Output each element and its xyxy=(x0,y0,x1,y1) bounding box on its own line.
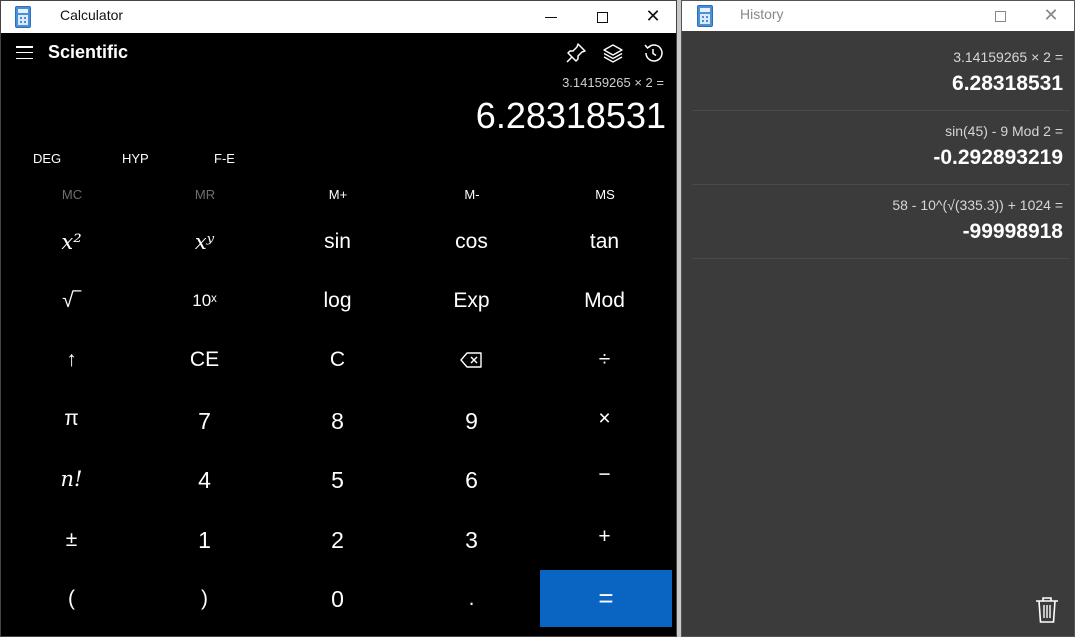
history-result: -99998918 xyxy=(962,220,1063,243)
history-item[interactable]: sin(45) - 9 Mod 2 = -0.292893219 xyxy=(692,111,1070,185)
add-button[interactable]: + xyxy=(538,508,671,566)
calculator-header: Scientific xyxy=(1,33,676,75)
history-item[interactable]: 3.14159265 × 2 = 6.28318531 xyxy=(692,37,1070,111)
memory-store-button[interactable]: MS xyxy=(538,187,672,202)
digit-2-button[interactable]: 2 xyxy=(271,511,404,569)
hyp-toggle-button[interactable]: HYP xyxy=(122,151,149,166)
close-paren-button[interactable]: ) xyxy=(138,570,271,628)
digit-4-button[interactable]: 4 xyxy=(138,451,271,509)
memory-subtract-button[interactable]: M- xyxy=(405,187,539,202)
digit-9-button[interactable]: 9 xyxy=(405,392,538,450)
square-root-button[interactable]: √‾ xyxy=(5,272,138,330)
decimal-button[interactable]: . xyxy=(405,570,538,628)
deg-toggle-button[interactable]: DEG xyxy=(33,151,61,166)
maximize-icon xyxy=(994,10,1006,22)
clear-entry-button[interactable]: CE xyxy=(138,331,271,389)
close-icon: ✕ xyxy=(645,6,661,27)
digit-0-button[interactable]: 0 xyxy=(271,570,404,628)
pi-button[interactable]: π xyxy=(5,390,138,448)
pin-icon[interactable] xyxy=(564,41,588,65)
result-display: 6.28318531 xyxy=(475,95,666,136)
plus-minus-button[interactable]: ± xyxy=(5,511,138,569)
history-item[interactable]: 58 - 10^(√(335.3)) + 1024 = -99998918 xyxy=(692,185,1070,259)
history-app-icon xyxy=(697,5,713,27)
memory-recall-button[interactable]: MR xyxy=(138,187,272,202)
open-paren-button[interactable]: ( xyxy=(5,570,138,628)
memory-layers-icon[interactable] xyxy=(601,41,625,65)
history-expression: sin(45) - 9 Mod 2 = xyxy=(945,123,1063,139)
digit-3-button[interactable]: 3 xyxy=(405,511,538,569)
history-expression: 3.14159265 × 2 = xyxy=(953,49,1063,65)
history-maximize-button[interactable] xyxy=(977,1,1023,31)
expression-display: 3.14159265 × 2 = xyxy=(562,75,664,90)
history-expression: 58 - 10^(√(335.3)) + 1024 = xyxy=(892,197,1063,213)
history-icon[interactable] xyxy=(641,41,665,65)
digit-1-button[interactable]: 1 xyxy=(138,511,271,569)
digit-5-button[interactable]: 5 xyxy=(271,451,404,509)
second-function-button[interactable]: ↑ xyxy=(5,331,138,389)
mod-button[interactable]: Mod xyxy=(538,272,671,330)
factorial-button[interactable]: n! xyxy=(5,450,138,508)
divide-button[interactable]: ÷ xyxy=(538,331,671,389)
backspace-icon xyxy=(459,352,482,368)
log-button[interactable]: log xyxy=(271,272,404,330)
maximize-button[interactable] xyxy=(579,1,625,33)
maximize-icon xyxy=(596,11,608,23)
minimize-button[interactable] xyxy=(528,1,574,33)
window-title: Calculator xyxy=(60,7,124,23)
multiply-button[interactable]: × xyxy=(538,390,671,448)
cos-button[interactable]: cos xyxy=(405,213,538,271)
sin-button[interactable]: sin xyxy=(271,213,404,271)
history-titlebar[interactable]: History ✕ xyxy=(682,1,1074,31)
equals-button[interactable]: = xyxy=(540,570,672,627)
history-close-button[interactable]: ✕ xyxy=(1028,1,1074,31)
menu-icon[interactable] xyxy=(16,46,33,59)
digit-8-button[interactable]: 8 xyxy=(271,392,404,450)
calculator-window: Calculator ✕ Scientific 3.14159265 × 2 =… xyxy=(0,0,677,637)
close-icon: ✕ xyxy=(1043,5,1059,26)
digit-7-button[interactable]: 7 xyxy=(138,392,271,450)
memory-add-button[interactable]: M+ xyxy=(271,187,405,202)
history-result: -0.292893219 xyxy=(933,146,1063,169)
clear-button[interactable]: C xyxy=(271,331,404,389)
history-window-title: History xyxy=(740,6,784,22)
minimize-icon xyxy=(545,16,557,18)
exp-button[interactable]: Exp xyxy=(405,272,538,330)
history-window: History ✕ 3.14159265 × 2 = 6.28318531 si… xyxy=(681,0,1075,637)
calculator-app-icon xyxy=(15,6,31,28)
subtract-button[interactable]: − xyxy=(538,446,671,504)
close-button[interactable]: ✕ xyxy=(630,1,676,33)
mode-title: Scientific xyxy=(48,42,129,62)
calculator-titlebar[interactable]: Calculator ✕ xyxy=(1,1,676,33)
fe-toggle-button[interactable]: F-E xyxy=(214,151,235,166)
power-button[interactable]: xʸ xyxy=(138,213,271,271)
history-result: 6.28318531 xyxy=(952,72,1063,95)
trash-icon[interactable] xyxy=(1034,596,1060,624)
tan-button[interactable]: tan xyxy=(538,213,671,271)
digit-6-button[interactable]: 6 xyxy=(405,451,538,509)
square-button[interactable]: x² xyxy=(5,213,138,271)
backspace-button[interactable] xyxy=(405,331,538,389)
memory-clear-button[interactable]: MC xyxy=(5,187,139,202)
ten-power-button[interactable]: 10ˣ xyxy=(138,272,271,330)
